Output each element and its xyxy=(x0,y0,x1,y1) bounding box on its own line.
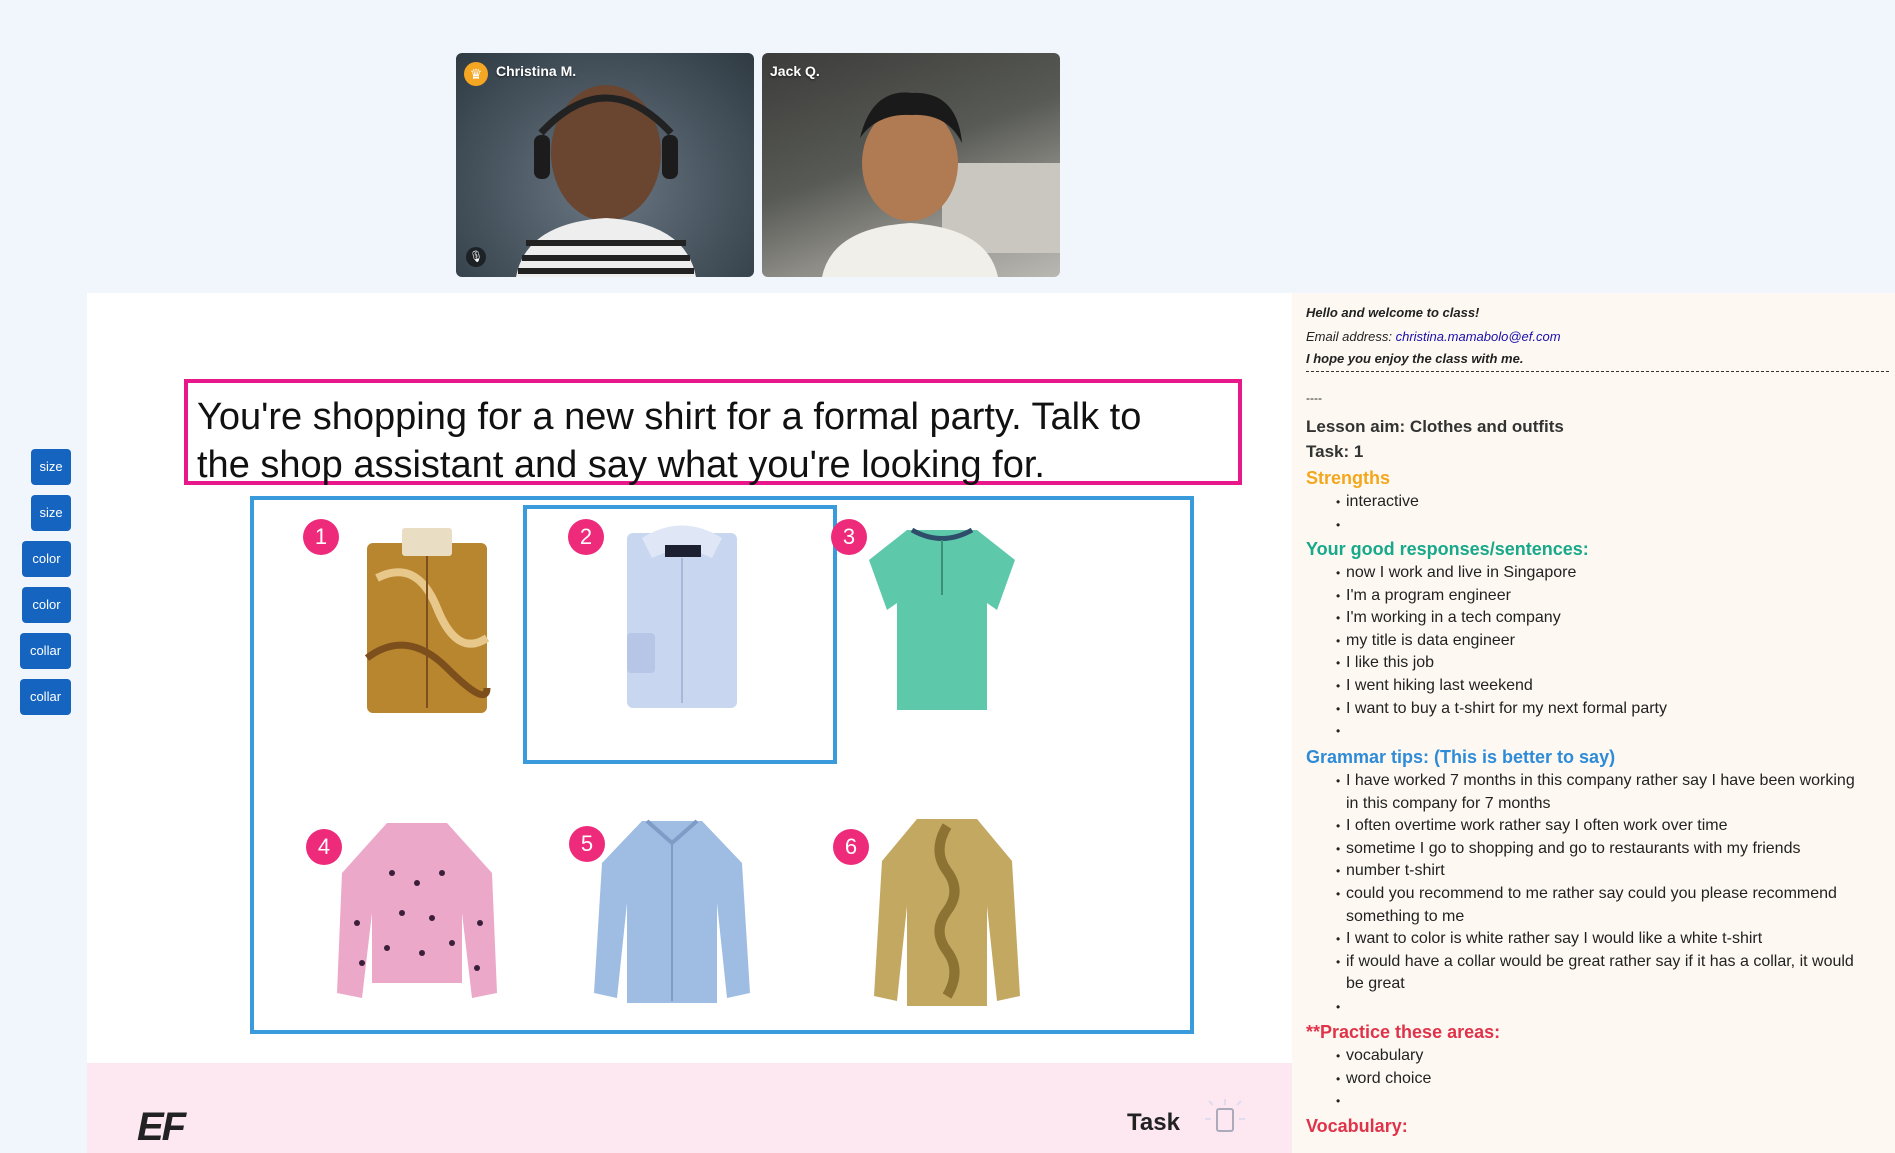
vocabulary-heading: Vocabulary: xyxy=(1306,1116,1408,1136)
shirt-2-image[interactable] xyxy=(617,513,747,713)
list-item: vocabulary xyxy=(1336,1045,1866,1068)
item-number-badge: 2 xyxy=(568,519,604,555)
slide-prompt: You're shopping for a new shirt for a fo… xyxy=(197,396,1142,486)
video-tile-christina[interactable]: ♛ Christina M. 🎙 xyxy=(456,53,754,277)
shirt-6-image[interactable] xyxy=(872,811,1022,1021)
email-label: Email address: xyxy=(1306,329,1392,344)
participant-video-feed xyxy=(516,85,696,277)
tool-collar-button[interactable]: collar xyxy=(20,679,71,715)
item-number-badge: 5 xyxy=(569,826,605,862)
good-responses-heading: Your good responses/sentences: xyxy=(1306,539,1589,559)
notes-divider xyxy=(1306,371,1889,372)
practice-areas-list: vocabulary word choice xyxy=(1332,1045,1866,1113)
notes-enjoy: I hope you enjoy the class with me. xyxy=(1306,351,1524,366)
shirt-5-image[interactable] xyxy=(592,813,752,1013)
participant-video-feed xyxy=(822,92,1060,277)
list-item: my title is data engineer xyxy=(1336,630,1866,653)
item-number-badge: 3 xyxy=(831,519,867,555)
participant-name: Christina M. xyxy=(496,63,577,79)
list-item: I have worked 7 months in this company r… xyxy=(1336,770,1866,815)
participant-name: Jack Q. xyxy=(770,63,820,79)
task-number: Task: 1 xyxy=(1306,442,1364,461)
tool-collar-button[interactable]: collar xyxy=(20,633,71,669)
item-number-badge: 4 xyxy=(306,829,342,865)
list-item xyxy=(1336,996,1866,1019)
list-item: I like this job xyxy=(1336,652,1866,675)
list-item: I want to buy a t-shirt for my next form… xyxy=(1336,698,1866,721)
list-item: I often overtime work rather say I often… xyxy=(1336,815,1866,838)
list-item: if would have a collar would be great ra… xyxy=(1336,951,1866,996)
shirt-4-image[interactable] xyxy=(332,813,502,1013)
shirt-3-image[interactable] xyxy=(867,515,1017,715)
list-item: could you recommend to me rather say cou… xyxy=(1336,883,1866,928)
tool-color-button[interactable]: color xyxy=(22,587,71,623)
list-item: sometime I go to shopping and go to rest… xyxy=(1336,838,1866,861)
lesson-aim: Lesson aim: Clothes and outfits xyxy=(1306,417,1564,436)
host-crown-icon: ♛ xyxy=(464,62,488,86)
notes-greeting: Hello and welcome to class! xyxy=(1306,305,1480,320)
strengths-heading: Strengths xyxy=(1306,468,1391,488)
video-tile-jack[interactable]: Jack Q. xyxy=(762,53,1060,277)
tool-size-button[interactable]: size xyxy=(31,449,71,485)
grammar-tips-heading: Grammar tips: (This is better to say) xyxy=(1306,747,1616,767)
strengths-list: interactive xyxy=(1332,491,1866,536)
list-item: now I work and live in Singapore xyxy=(1336,562,1866,585)
mic-icon[interactable]: 🎙 xyxy=(466,247,486,267)
list-item: interactive xyxy=(1336,491,1866,514)
shirt-1-image[interactable] xyxy=(357,518,497,718)
feedback-notes-panel[interactable]: Hello and welcome to class! Email addres… xyxy=(1292,293,1895,1153)
slide-footer xyxy=(87,1063,1292,1153)
task-icon xyxy=(1205,1099,1245,1132)
practice-areas-heading: **Practice these areas: xyxy=(1306,1022,1501,1042)
list-item xyxy=(1336,1090,1866,1113)
list-item xyxy=(1336,514,1866,537)
list-item: I went hiking last weekend xyxy=(1336,675,1866,698)
item-number-badge: 6 xyxy=(833,829,869,865)
task-label: Task xyxy=(1127,1109,1180,1136)
grammar-tips-list: I have worked 7 months in this company r… xyxy=(1332,770,1866,1019)
list-item: word choice xyxy=(1336,1068,1866,1091)
email-link[interactable]: christina.mamabolo@ef.com xyxy=(1396,329,1561,344)
list-item: I'm working in a tech company xyxy=(1336,607,1866,630)
list-item: I'm a program engineer xyxy=(1336,585,1866,608)
list-item: I want to color is white rather say I wo… xyxy=(1336,928,1866,951)
item-number-badge: 1 xyxy=(303,519,339,555)
tool-size-button[interactable]: size xyxy=(31,495,71,531)
lesson-slide[interactable]: You're shopping for a new shirt for a fo… xyxy=(87,293,1292,1153)
notes-divider-tail: ---- xyxy=(1306,391,1322,405)
list-item xyxy=(1336,720,1866,743)
tool-color-button[interactable]: color xyxy=(22,541,71,577)
good-responses-list: now I work and live in Singapore I'm a p… xyxy=(1332,562,1866,743)
ef-logo: EF xyxy=(137,1105,186,1149)
list-item: number t-shirt xyxy=(1336,860,1866,883)
notes-email-line: Email address: christina.mamabolo@ef.com xyxy=(1306,329,1561,344)
